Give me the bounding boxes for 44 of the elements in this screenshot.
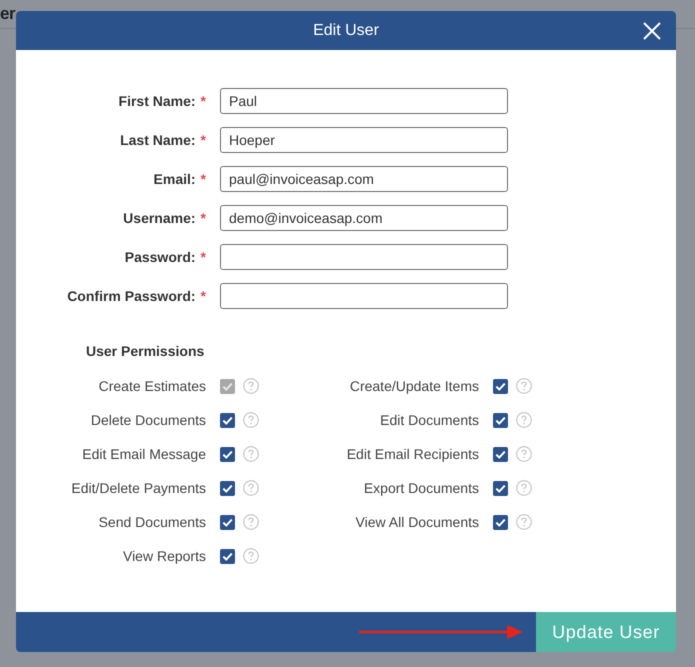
checkbox[interactable] bbox=[220, 480, 235, 496]
required-mark: * bbox=[200, 93, 206, 109]
checkbox[interactable] bbox=[493, 412, 508, 428]
checkbox[interactable] bbox=[493, 514, 508, 530]
text-field[interactable] bbox=[220, 283, 508, 309]
close-icon bbox=[643, 22, 661, 40]
permission-label: View Reports bbox=[122, 548, 206, 564]
checkbox[interactable] bbox=[493, 446, 508, 462]
field-label: Password: bbox=[124, 249, 196, 265]
field-label: Username: bbox=[123, 210, 196, 226]
checkbox[interactable] bbox=[493, 480, 508, 496]
required-mark: * bbox=[200, 249, 206, 265]
text-field[interactable] bbox=[220, 244, 508, 270]
page-heading: er bbox=[0, 4, 16, 24]
required-mark: * bbox=[200, 171, 206, 187]
permission-label: Export Documents bbox=[362, 480, 479, 496]
permission-label: Delete Documents bbox=[90, 412, 206, 428]
field-label: Confirm Password: bbox=[67, 288, 196, 304]
checkbox[interactable] bbox=[220, 514, 235, 530]
required-mark: * bbox=[200, 288, 206, 304]
checkbox[interactable] bbox=[220, 446, 235, 462]
text-field[interactable]: demo@invoiceasap.com bbox=[220, 205, 508, 231]
permission-label: Create Estimates bbox=[98, 378, 206, 394]
text-field[interactable]: Hoeper bbox=[220, 127, 508, 153]
text-field[interactable]: Paul bbox=[220, 88, 508, 114]
permission-label: Edit Documents bbox=[379, 412, 479, 428]
required-mark: * bbox=[200, 132, 206, 148]
dialog-title: Edit User bbox=[313, 22, 379, 40]
close-button[interactable] bbox=[643, 22, 661, 40]
checkbox[interactable] bbox=[220, 412, 235, 428]
text-field[interactable]: paul@invoiceasap.com bbox=[220, 166, 508, 192]
checkbox[interactable] bbox=[220, 548, 235, 564]
required-mark: * bbox=[200, 210, 206, 226]
field-label: First Name: bbox=[118, 93, 196, 109]
permission-label: View All Documents bbox=[354, 514, 479, 530]
permission-label: Edit/Delete Payments bbox=[70, 480, 206, 496]
field-label: Email: bbox=[154, 171, 196, 187]
permission-label: Send Documents bbox=[98, 514, 206, 530]
permission-label: Edit Email Message bbox=[81, 446, 206, 462]
checkbox[interactable] bbox=[493, 378, 508, 394]
permission-label: Create/Update Items bbox=[348, 378, 479, 394]
permission-label: Edit Email Recipients bbox=[346, 446, 479, 462]
section-heading: User Permissions bbox=[86, 343, 204, 359]
field-label: Last Name: bbox=[120, 132, 196, 148]
